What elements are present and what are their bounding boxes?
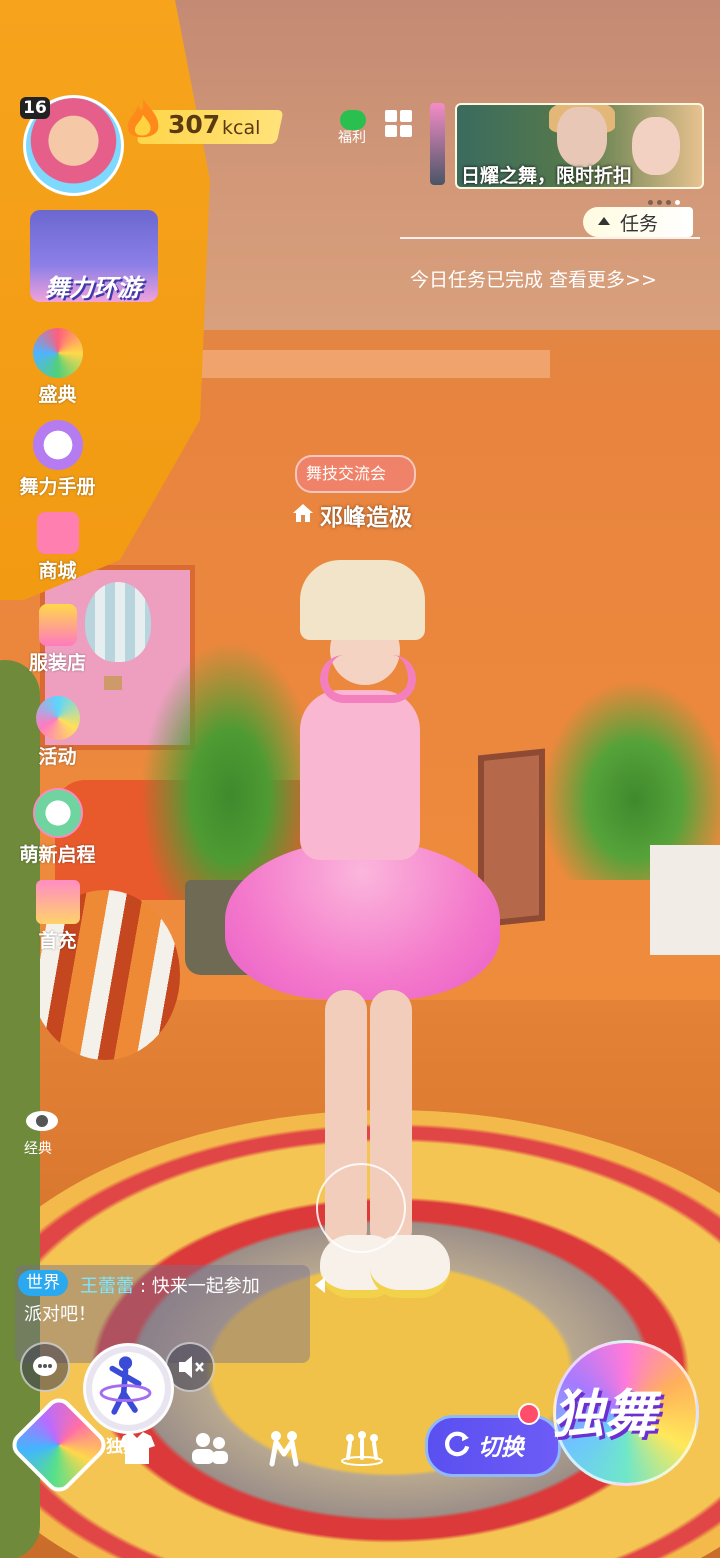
character-bucket-hat: [300, 560, 425, 640]
kcal-unit: kcal: [222, 117, 261, 139]
sidebar-item-clothing-store[interactable]: 服装店: [0, 604, 115, 675]
world-channel-tag: 世界: [18, 1270, 68, 1296]
sidebar-item-label: 舞力手册: [19, 476, 96, 498]
house-icon: [293, 504, 313, 522]
balloon-basket: [104, 676, 122, 690]
character-skirt: [225, 840, 500, 1000]
sidebar-item-label: 商城: [38, 560, 77, 582]
gift-icon: [35, 880, 80, 924]
solo-dance-label: 独舞: [552, 1385, 657, 1445]
kcal-value: 307: [168, 110, 221, 139]
eye-icon[interactable]: [25, 1110, 59, 1132]
notification-dot: [518, 1403, 540, 1425]
banner-prev-peek[interactable]: [430, 103, 445, 185]
task-divider: [400, 237, 700, 239]
chat-bubble-icon: [33, 1356, 57, 1376]
dance-pose-button[interactable]: [83, 1343, 174, 1434]
dancer-icon: [99, 1356, 152, 1415]
character-headphones: [320, 655, 416, 703]
chat-bubble-button[interactable]: [20, 1342, 70, 1392]
sidebar-item-dance-handbook[interactable]: 舞力手册: [0, 420, 115, 499]
welfare-label: 福利: [338, 130, 366, 146]
rabbit-icon: [32, 420, 83, 470]
flame-icon: [127, 99, 159, 138]
white-pot: [650, 845, 720, 955]
sidebar-item-label: 首充: [38, 930, 77, 952]
cart-icon: [36, 512, 79, 554]
view-mode-label: 经典: [24, 1141, 52, 1157]
page-dot: [666, 200, 671, 205]
sidebar-item-newbie-journey[interactable]: 萌新启程: [0, 788, 115, 867]
page-dot-active: [675, 200, 680, 205]
task-label: 任务: [620, 213, 659, 235]
sidebar-item-events[interactable]: 活动: [0, 696, 115, 769]
chat-collapse-arrow-icon[interactable]: [315, 1277, 325, 1293]
chat-message: : 快来一起参加: [140, 1276, 260, 1297]
sidebar-item-label: 盛典: [38, 384, 77, 406]
sidebar-item-mall[interactable]: 商城: [0, 512, 115, 583]
refresh-icon: [444, 1431, 470, 1457]
banner-character-female-face: [632, 117, 680, 175]
location-name: 邓峰造极: [320, 505, 412, 531]
level-badge: 16: [20, 97, 50, 119]
chat-sender[interactable]: 王蕾蕾: [80, 1272, 134, 1298]
movement-target-ring: [316, 1163, 406, 1253]
switch-label: 切换: [478, 1435, 524, 1461]
shopping-bag-icon: [38, 604, 77, 646]
dance-tour-label: 舞力环游: [45, 274, 141, 302]
page-dot: [657, 200, 662, 205]
couple-dance-icon[interactable]: [262, 1428, 306, 1468]
location-tag-text: 舞技交流会: [306, 464, 387, 483]
banner-text: 日耀之舞，限时折扣: [461, 165, 633, 187]
sidebar-item-label: 萌新启程: [19, 844, 96, 866]
outfit-shirt-icon[interactable]: [115, 1428, 159, 1468]
friends-icon[interactable]: [188, 1428, 232, 1468]
caret-up-icon: [598, 217, 610, 225]
globe-icon: [32, 328, 83, 378]
chat-message-continued: 派对吧！: [24, 1304, 96, 1325]
wall-molding: [190, 350, 550, 378]
music-note-icon: [35, 696, 80, 740]
sidebar-item-label: 活动: [38, 746, 77, 768]
menu-grid-icon[interactable]: [385, 110, 413, 138]
group-dance-icon[interactable]: [340, 1428, 384, 1468]
page-dot: [648, 200, 653, 205]
sidebar-item-first-recharge[interactable]: 首充: [0, 880, 115, 953]
newbie-icon: [32, 788, 83, 838]
promo-banner[interactable]: 日耀之舞，限时折扣: [455, 103, 704, 189]
task-status[interactable]: 今日任务已完成 查看更多>>: [410, 265, 657, 292]
speaker-muted-icon: [179, 1356, 204, 1378]
banner-character-male-face: [557, 107, 607, 167]
sidebar-item-label: 服装店: [28, 652, 86, 674]
sidebar-item-ceremony[interactable]: 盛典: [0, 328, 115, 407]
character-torso: [300, 690, 420, 860]
